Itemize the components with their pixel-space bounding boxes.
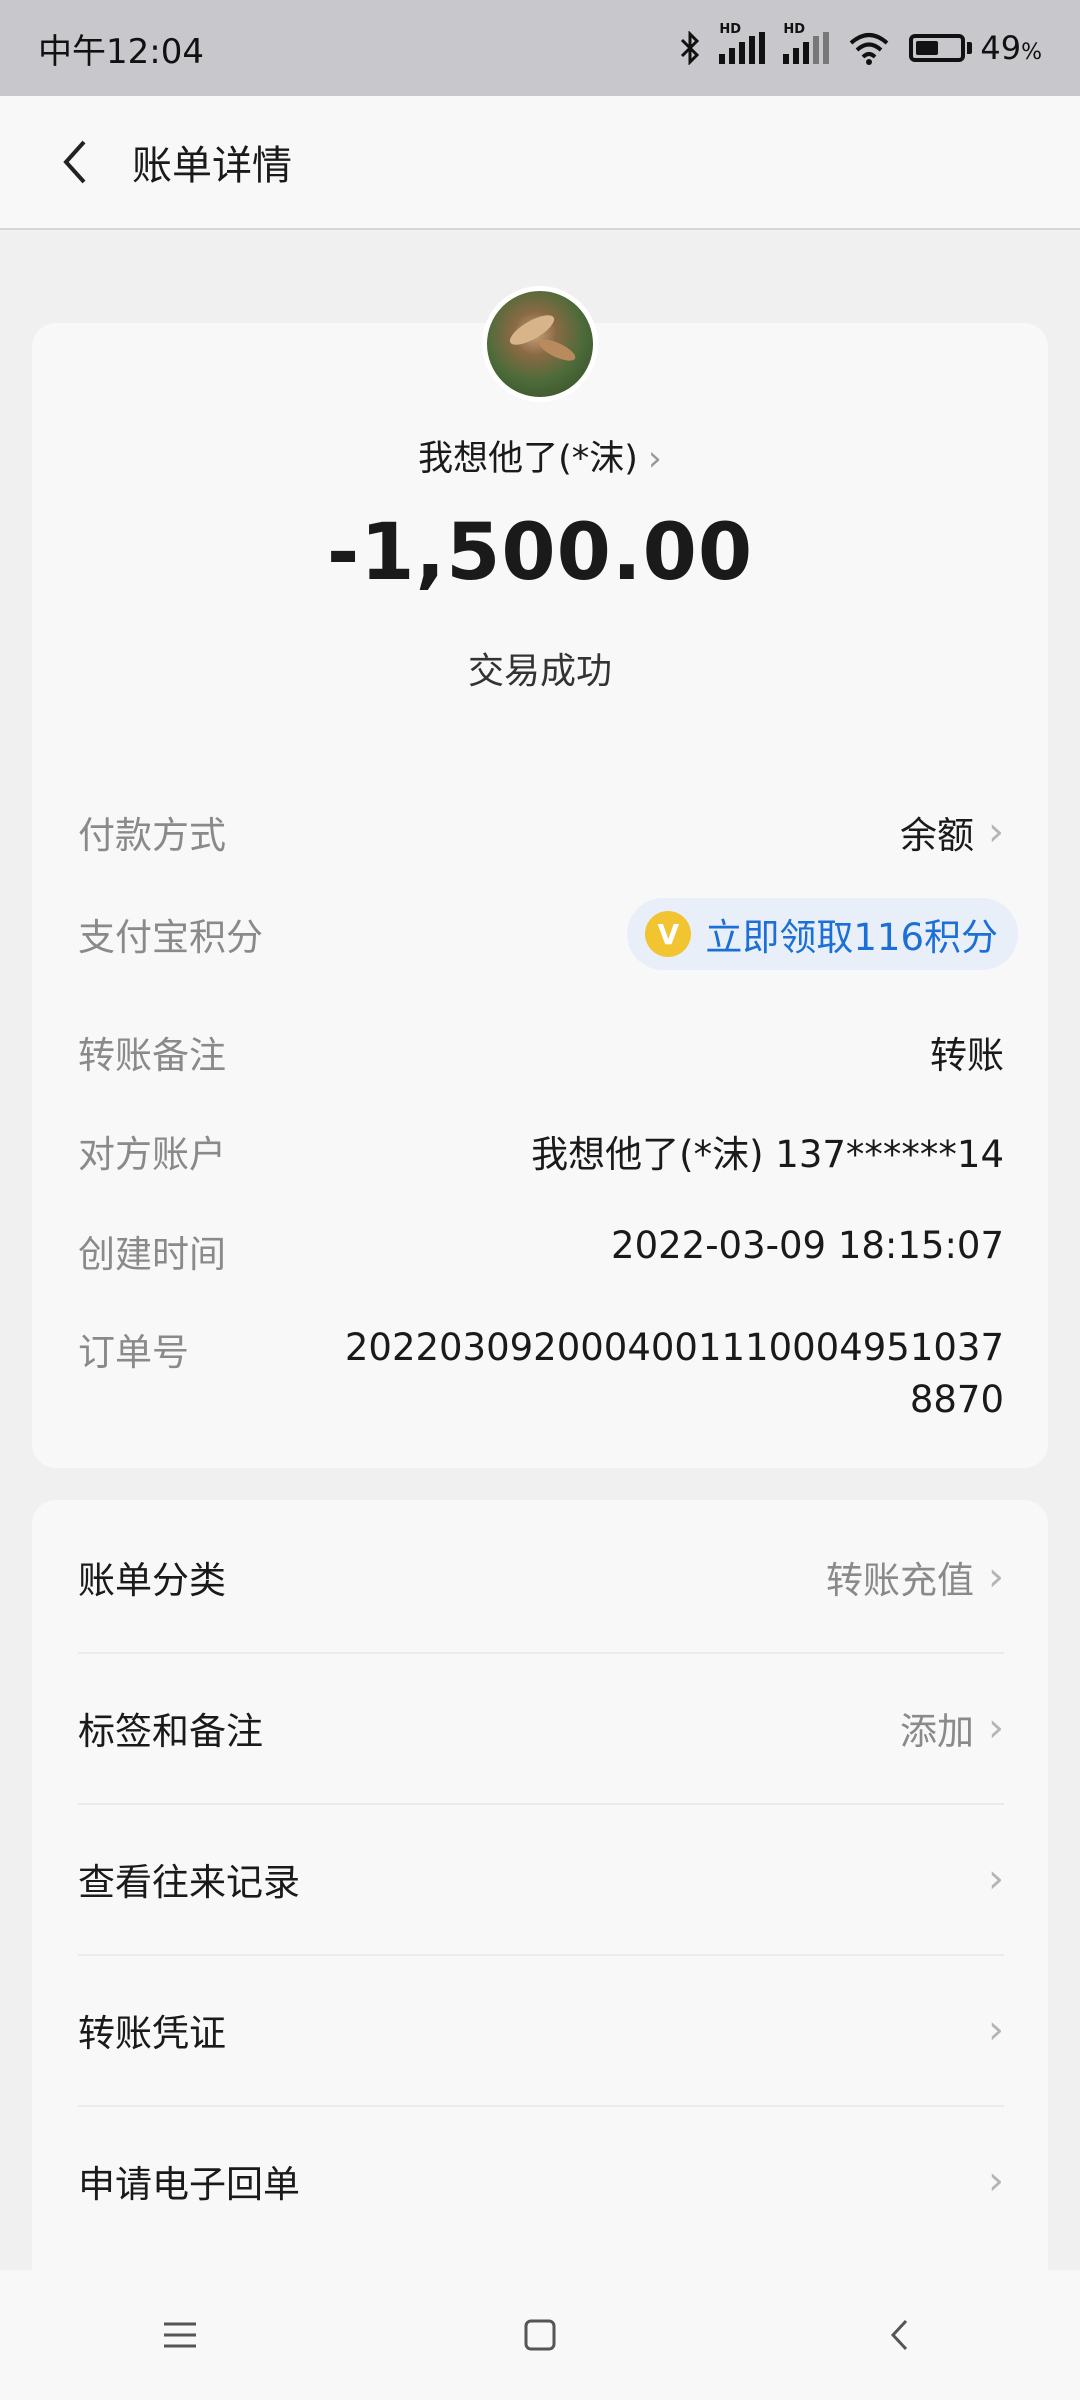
transaction-card (32, 323, 1048, 1468)
chevron-right-icon: › (647, 439, 662, 479)
chevron-left-icon (63, 140, 86, 184)
order-number-line2: 8870 (909, 1378, 1004, 1421)
menu-item-bill-category[interactable]: 账单分类 转账充值 › (78, 1502, 1004, 1652)
menu-item-transfer-voucher[interactable]: 转账凭证 › (78, 1955, 1004, 2105)
status-bar: 中午12:04 HD HD 49% (0, 0, 1080, 96)
menu-nav-button[interactable] (140, 2295, 220, 2375)
square-icon (524, 2319, 556, 2351)
detail-label: 订单号 (78, 1331, 189, 1374)
detail-row-counterparty: 对方账户 我想他了(*沫) 137******14 (78, 1124, 1004, 1178)
menu-item-tags-notes[interactable]: 标签和备注 添加 › (78, 1653, 1004, 1803)
home-nav-button[interactable] (500, 2295, 580, 2375)
menu-item-e-receipt[interactable]: 申请电子回单 › (78, 2106, 1004, 2256)
menu-label: 申请电子回单 (78, 2163, 300, 2206)
menu-label: 标签和备注 (78, 1710, 263, 1753)
detail-label: 付款方式 (78, 814, 226, 857)
chevron-right-icon: › (988, 1856, 1004, 1902)
signal-icon-1: HD (719, 22, 766, 64)
avatar[interactable] (482, 286, 598, 402)
status-time: 中午12:04 (38, 31, 204, 72)
detail-row-created-time: 创建时间 2022-03-09 18:15:07 (78, 1224, 1004, 1278)
detail-label: 创建时间 (78, 1233, 226, 1276)
signal-icon-2: HD (783, 22, 830, 64)
back-button[interactable] (40, 127, 110, 197)
battery-indicator: 49% (909, 29, 1042, 67)
menu-label: 查看往来记录 (78, 1861, 300, 1904)
detail-label: 转账备注 (78, 1034, 226, 1077)
wifi-icon (847, 31, 891, 65)
menu-label: 账单分类 (78, 1559, 226, 1602)
battery-icon (909, 34, 966, 62)
payee-label: 我想他了(*沫) (418, 439, 638, 479)
transaction-amount: -1,500.00 (326, 508, 754, 598)
status-icons: HD HD 49% (679, 22, 1042, 67)
claim-points-label: 立即领取116积分 (705, 916, 998, 959)
detail-label: 对方账户 (78, 1133, 226, 1176)
payee-name[interactable]: 我想他了(*沫) › (0, 430, 1080, 481)
menu-item-history[interactable]: 查看往来记录 › (78, 1804, 1004, 1954)
app-header: 账单详情 (0, 96, 1080, 230)
detail-value: 转账 (930, 1034, 1004, 1077)
chevron-right-icon: › (988, 1705, 1004, 1751)
battery-unit: % (1021, 40, 1042, 65)
detail-row-payment-method[interactable]: 付款方式 余额 › (78, 805, 1004, 859)
chevron-right-icon: › (988, 1554, 1004, 1600)
detail-label: 支付宝积分 (78, 916, 263, 959)
coin-icon: V (645, 911, 692, 957)
menu-label: 转账凭证 (78, 2012, 226, 2055)
back-nav-button[interactable] (860, 2295, 940, 2375)
detail-value: 余额 (900, 814, 974, 857)
bluetooth-icon (679, 31, 701, 65)
page-title: 账单详情 (132, 143, 292, 189)
detail-row-order-number: 订单号 2022030920004001110004951037 8870 (78, 1322, 1004, 1426)
chevron-right-icon: › (988, 2007, 1004, 2053)
detail-value: 我想他了(*沫) 137******14 (531, 1133, 1004, 1176)
chevron-left-icon (890, 2319, 908, 2351)
menu-value: 转账充值 (826, 1559, 974, 1602)
system-nav-bar (0, 2270, 1080, 2400)
detail-row-points: 支付宝积分 V 立即领取116积分 (78, 898, 1018, 970)
detail-value: 2022-03-09 18:15:07 (611, 1224, 1004, 1267)
transaction-status: 交易成功 (467, 651, 612, 692)
chevron-right-icon: › (988, 809, 1004, 855)
order-number: 2022030920004001110004951037 8870 (345, 1322, 1004, 1426)
chevron-right-icon: › (988, 2158, 1004, 2204)
menu-value: 添加 (900, 1710, 974, 1753)
hamburger-icon (164, 2322, 196, 2348)
claim-points-button[interactable]: V 立即领取116积分 (627, 898, 1018, 970)
order-number-line1: 2022030920004001110004951037 (344, 1326, 1004, 1369)
battery-level: 49 (980, 29, 1022, 67)
detail-row-remark: 转账备注 转账 (78, 1025, 1004, 1079)
